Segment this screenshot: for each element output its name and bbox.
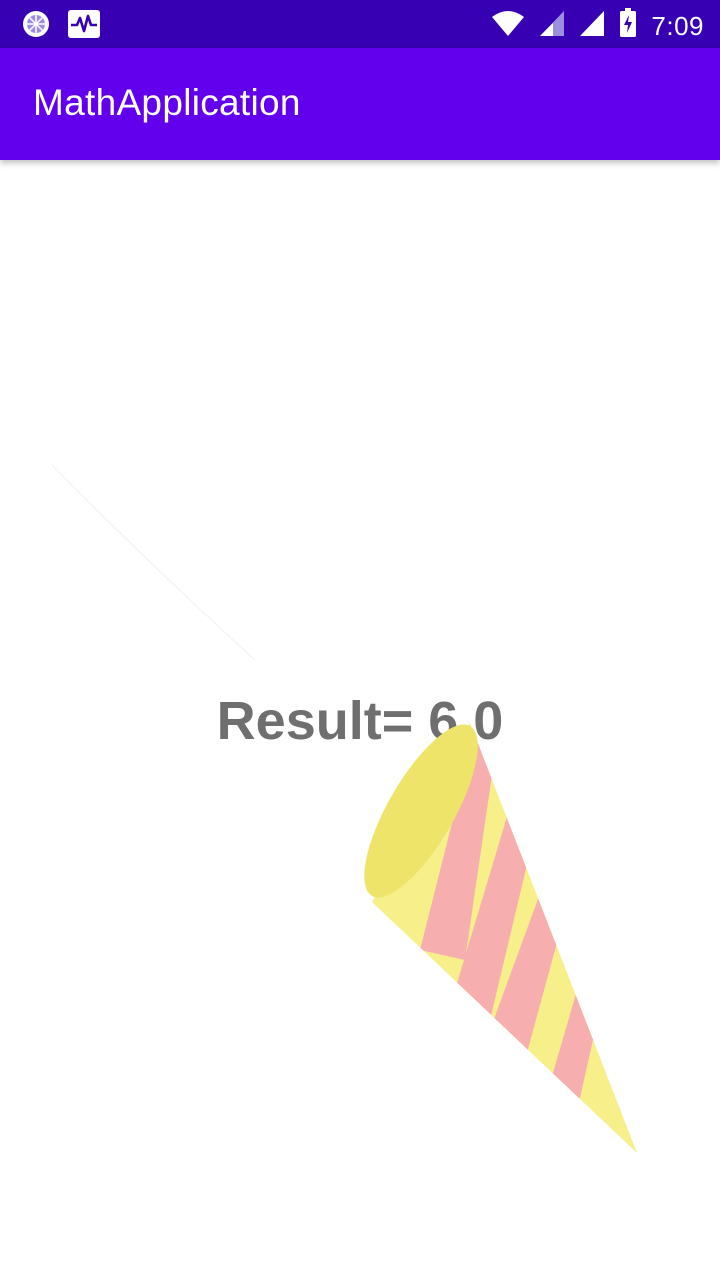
status-bar: 7:09 bbox=[0, 0, 720, 48]
result-text: Result= 6.0 bbox=[216, 691, 504, 751]
status-right-icons: 7:09 bbox=[491, 8, 704, 43]
app-bar: MathApplication bbox=[0, 48, 720, 160]
loading-circle-icon bbox=[22, 10, 50, 43]
status-left-icons bbox=[22, 10, 100, 43]
status-clock: 7:09 bbox=[651, 10, 704, 41]
main-content: Result= 6.0 bbox=[0, 160, 720, 1280]
app-title: MathApplication bbox=[33, 82, 301, 123]
wifi-icon bbox=[491, 9, 525, 42]
signal-icon bbox=[539, 9, 565, 42]
battery-charging-icon bbox=[619, 8, 637, 43]
signal-icon bbox=[579, 9, 605, 42]
activity-pulse-icon bbox=[68, 10, 100, 43]
